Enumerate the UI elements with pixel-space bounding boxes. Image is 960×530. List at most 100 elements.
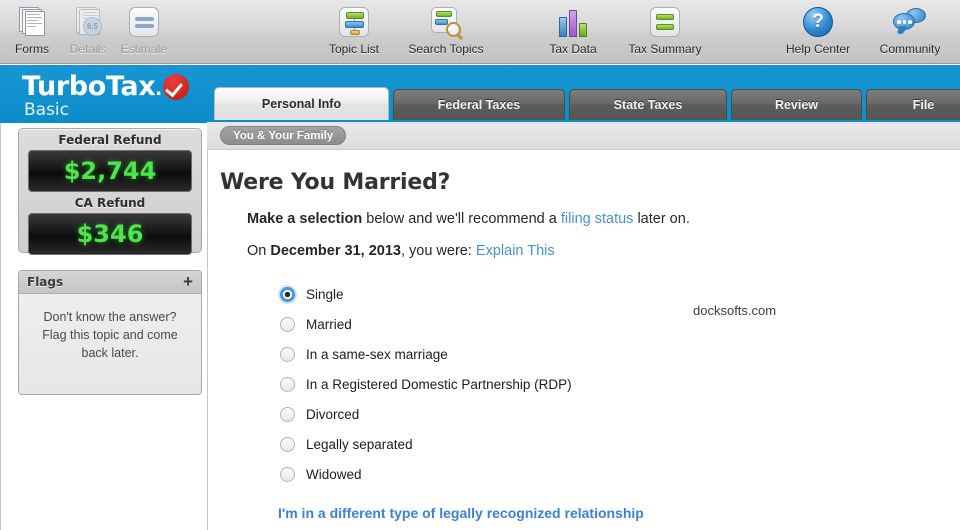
- radio-label: In a same-sex marriage: [306, 346, 448, 362]
- radio-label: Widowed: [306, 466, 362, 482]
- tab-review[interactable]: Review: [731, 89, 862, 120]
- tab-federal-taxes[interactable]: Federal Taxes: [393, 89, 565, 120]
- toolbar-topic-list-button[interactable]: Topic List: [308, 4, 400, 56]
- flags-title: Flags: [27, 275, 64, 289]
- tab-label: Review: [774, 98, 819, 112]
- federal-refund-amount: $2,744: [63, 157, 157, 185]
- estimate-waves-icon: [129, 4, 159, 40]
- toolbar-tax-summary-label: Tax Summary: [628, 42, 702, 56]
- toolbar-right-group: ? Help Center Community: [772, 4, 956, 56]
- toolbar-community-label: Community: [879, 42, 941, 56]
- left-sidebar: Federal Refund $2,744 CA Refund $346 Fla…: [0, 123, 207, 530]
- toolbar-search-topics-button[interactable]: Search Topics: [400, 4, 492, 56]
- tab-state-taxes[interactable]: State Taxes: [569, 89, 727, 120]
- toolbar-estimate-button[interactable]: Estimate: [116, 4, 172, 56]
- radio-option-same-sex-marriage[interactable]: In a same-sex marriage: [280, 339, 940, 369]
- tab-personal-info[interactable]: Personal Info: [214, 87, 389, 120]
- date-line: On December 31, 2013, you were: Explain …: [247, 243, 940, 259]
- radio-option-divorced[interactable]: Divorced: [280, 399, 940, 429]
- alternate-relationship-link[interactable]: I'm in a different type of legally recog…: [278, 505, 644, 521]
- radio-button-icon[interactable]: [280, 316, 295, 332]
- toolbar-search-topics-label: Search Topics: [408, 42, 484, 56]
- radio-button-icon[interactable]: [280, 376, 295, 392]
- tab-file[interactable]: File: [866, 89, 960, 120]
- toolbar-left-group: Forms 6.5 Details Estimate: [4, 4, 172, 56]
- refund-summary-panel: Federal Refund $2,744 CA Refund $346: [18, 128, 202, 255]
- date-bold: December 31, 2013: [270, 243, 401, 259]
- question-content: Were You Married? Make a selection below…: [220, 170, 940, 521]
- instruction-line: Make a selection below and we'll recomme…: [247, 211, 940, 227]
- flags-header: Flags +: [19, 271, 201, 294]
- federal-refund-display: $2,744: [28, 150, 192, 192]
- summary-lines-icon: [650, 4, 680, 40]
- search-topics-icon: [431, 4, 461, 40]
- main-toolbar: Forms 6.5 Details Estimate Topic List Se…: [0, 0, 960, 64]
- radio-option-widowed[interactable]: Widowed: [280, 459, 940, 489]
- tab-label: State Taxes: [613, 98, 683, 112]
- sidebar-divider: [0, 123, 1, 530]
- federal-refund-label: Federal Refund: [58, 133, 162, 147]
- instruction-mid: below and we'll recommend a: [362, 211, 561, 227]
- radio-button-icon[interactable]: [280, 286, 295, 302]
- radio-label: In a Registered Domestic Partnership (RD…: [306, 376, 572, 392]
- toolbar-tax-data-button[interactable]: Tax Data: [527, 4, 619, 56]
- turbotax-logo: TurboTax. Basic: [22, 71, 189, 120]
- logo-edition: Basic: [24, 100, 70, 120]
- radio-label: Single: [306, 286, 344, 302]
- breadcrumb-bar: You & Your Family: [207, 122, 960, 150]
- radio-button-icon[interactable]: [280, 436, 295, 452]
- tab-label: File: [912, 98, 935, 112]
- document-stack-icon: [19, 4, 45, 40]
- toolbar-details-label: Details: [69, 42, 107, 56]
- speech-bubbles-icon: [893, 4, 927, 40]
- radio-label: Divorced: [306, 406, 360, 422]
- document-detail-icon: 6.5: [74, 4, 102, 40]
- alternate-relationship-row: I'm in a different type of legally recog…: [278, 505, 940, 521]
- checkmark-icon: [162, 74, 189, 100]
- filing-status-link[interactable]: filing status: [561, 211, 634, 227]
- radio-option-rdp[interactable]: In a Registered Domestic Partnership (RD…: [280, 369, 940, 399]
- toolbar-tax-summary-button[interactable]: Tax Summary: [619, 4, 711, 56]
- flags-panel: Flags + Don't know the answer? Flag this…: [18, 270, 202, 395]
- topic-list-icon: [339, 4, 369, 40]
- instruction-bold: Make a selection: [247, 211, 363, 227]
- turbotax-window: Forms 6.5 Details Estimate Topic List Se…: [0, 0, 960, 530]
- state-refund-label: CA Refund: [74, 196, 146, 210]
- question-mark-icon: ?: [803, 4, 833, 40]
- radio-label: Legally separated: [306, 436, 413, 452]
- radio-option-married[interactable]: Married: [280, 309, 940, 339]
- date-prefix: On: [247, 243, 271, 259]
- radio-option-legally-separated[interactable]: Legally separated: [280, 429, 940, 459]
- tab-label: Personal Info: [261, 97, 342, 111]
- tab-label: Federal Taxes: [437, 98, 521, 112]
- state-refund-display: $346: [28, 213, 192, 255]
- toolbar-help-center-button[interactable]: ? Help Center: [772, 4, 864, 56]
- state-refund-amount: $346: [76, 220, 144, 248]
- toolbar-forms-label: Forms: [15, 42, 49, 56]
- bar-chart-icon: [557, 4, 589, 40]
- explain-this-link[interactable]: Explain This: [476, 243, 555, 259]
- page-title: Were You Married?: [220, 170, 451, 195]
- radio-button-icon[interactable]: [280, 346, 295, 362]
- toolbar-forms-button[interactable]: Forms: [4, 4, 60, 56]
- toolbar-details-button[interactable]: 6.5 Details: [60, 4, 116, 56]
- watermark-text: docksofts.com: [693, 303, 777, 318]
- toolbar-estimate-label: Estimate: [120, 42, 168, 56]
- toolbar-community-button[interactable]: Community: [864, 4, 956, 56]
- flags-empty-message: Don't know the answer? Flag this topic a…: [19, 294, 201, 394]
- radio-button-icon[interactable]: [280, 466, 295, 482]
- toolbar-help-center-label: Help Center: [785, 42, 851, 56]
- add-flag-button[interactable]: +: [183, 273, 193, 290]
- toolbar-tax-data-label: Tax Data: [549, 42, 597, 56]
- instruction-end: later on.: [633, 211, 690, 227]
- toolbar-center-group: Topic List Search Topics Tax Data Tax Su…: [308, 4, 711, 56]
- primary-tabs: Personal Info Federal Taxes State Taxes …: [214, 87, 960, 120]
- radio-option-single[interactable]: Single: [280, 279, 940, 309]
- radio-label: Married: [306, 316, 352, 332]
- radio-button-icon[interactable]: [280, 406, 295, 422]
- logo-wordmark: TurboTax: [22, 71, 156, 102]
- breadcrumb[interactable]: You & Your Family: [220, 126, 347, 145]
- marital-status-radio-group: Single Married In a same-sex marriage In…: [280, 279, 940, 489]
- date-mid: , you were:: [400, 243, 476, 259]
- toolbar-topic-list-label: Topic List: [328, 42, 380, 56]
